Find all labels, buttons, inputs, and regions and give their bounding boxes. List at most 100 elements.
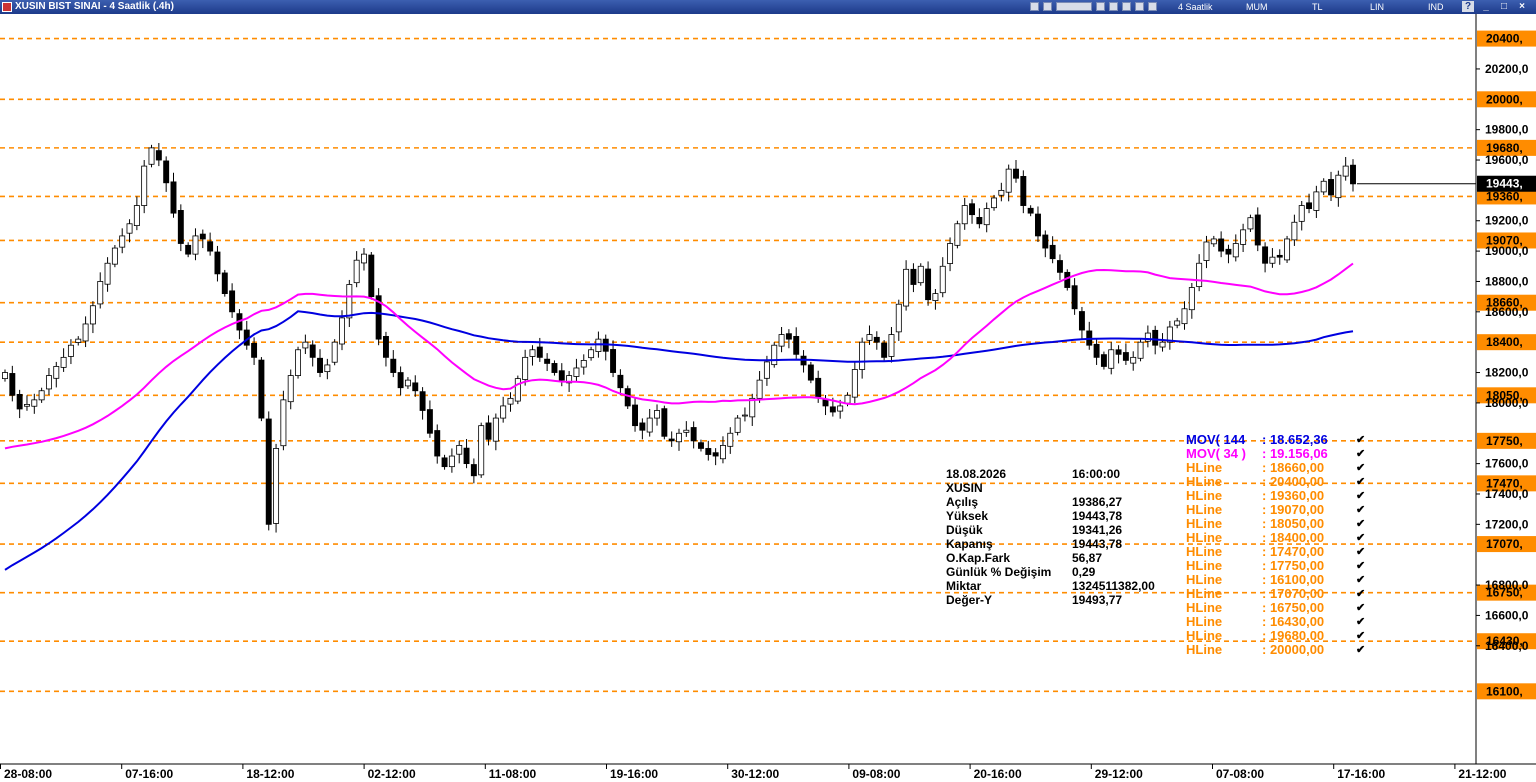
candle-up (148, 147, 155, 165)
candle (917, 263, 924, 286)
candle (317, 349, 323, 378)
menu-indicators[interactable]: IND (1428, 0, 1444, 14)
candle-down (1115, 349, 1122, 355)
y-tick-label: 16800,0 (1485, 578, 1529, 592)
candle-up (529, 349, 536, 357)
help-button[interactable]: ? (1462, 1, 1474, 12)
candle-down (170, 181, 177, 214)
candle-up (756, 379, 763, 399)
candle-down (822, 399, 829, 407)
legend-value: : 16750,00 (1262, 600, 1325, 615)
candle-up (24, 404, 30, 407)
candle-up (295, 349, 302, 376)
candle (1108, 342, 1115, 375)
check-icon[interactable]: ✔ (1356, 587, 1365, 601)
candle (141, 160, 148, 214)
candle-down (976, 217, 983, 225)
candle-down (1035, 213, 1041, 237)
candle (419, 387, 426, 420)
candle (573, 358, 580, 382)
candle-down (1218, 238, 1225, 252)
hline-label: 17070, (1486, 537, 1523, 551)
check-icon[interactable]: ✔ (1356, 489, 1365, 503)
minimize-button[interactable]: _ (1480, 1, 1492, 12)
candle-up (1232, 243, 1239, 258)
check-icon[interactable]: ✔ (1356, 573, 1365, 587)
check-icon[interactable]: ✔ (1356, 559, 1365, 573)
toolbar-icon-save[interactable] (1043, 2, 1052, 11)
candle-up (917, 265, 924, 284)
candle-down (1027, 207, 1034, 214)
candle (1254, 207, 1261, 252)
menu-currency[interactable]: TL (1312, 0, 1323, 14)
toolbar-icon-chart[interactable] (1030, 2, 1039, 11)
x-tick-label: 28-08:00 (4, 767, 52, 781)
candle (851, 361, 858, 404)
toolbar-icon-settings[interactable] (1135, 2, 1144, 11)
candle-up (324, 364, 331, 373)
candle-down (258, 359, 265, 419)
candle (214, 245, 221, 282)
candle (1166, 320, 1173, 350)
check-icon[interactable]: ✔ (1356, 433, 1365, 447)
toolbar-icon-period[interactable] (1056, 2, 1092, 11)
candle (375, 288, 382, 346)
candle (1144, 325, 1151, 348)
info-key: Değer-Y (946, 593, 993, 607)
toolbar-icon-grid[interactable] (1096, 2, 1105, 11)
toolbar-icon-zoom[interactable] (1109, 2, 1118, 11)
check-icon[interactable]: ✔ (1356, 601, 1365, 615)
candle (617, 369, 624, 396)
candle-down (925, 268, 932, 301)
y-tick-label: 20600,0 (1485, 14, 1529, 15)
candle (24, 395, 30, 411)
legend-value: : 17750,00 (1262, 558, 1325, 573)
check-icon[interactable]: ✔ (1356, 615, 1365, 629)
check-icon[interactable]: ✔ (1356, 531, 1365, 545)
candle (199, 229, 206, 249)
x-tick-label: 18-12:00 (246, 767, 294, 781)
menu-scale[interactable]: LIN (1370, 0, 1384, 14)
toolbar-icon-pencil[interactable] (1122, 2, 1131, 11)
check-icon[interactable]: ✔ (1356, 629, 1365, 643)
candle (500, 396, 507, 423)
candle (177, 204, 184, 252)
candle-down (1276, 254, 1283, 258)
menu-chart-type[interactable]: MUM (1246, 0, 1268, 14)
candle (280, 390, 287, 451)
check-icon[interactable]: ✔ (1356, 503, 1365, 517)
candle-up (97, 281, 104, 305)
close-button[interactable]: × (1516, 1, 1528, 12)
candle (1027, 205, 1034, 217)
candle-down (1020, 176, 1027, 206)
candle (661, 405, 668, 440)
check-icon[interactable]: ✔ (1356, 643, 1365, 657)
candle (683, 421, 690, 437)
candle (75, 336, 82, 346)
check-icon[interactable]: ✔ (1356, 475, 1365, 489)
toolbar-icon-arrow[interactable] (1148, 2, 1157, 11)
title-bar: XUSIN BIST SINAI - 4 Saatlik (.4h) 4 Saa… (0, 0, 1536, 14)
candle (1335, 170, 1342, 207)
candle (192, 228, 199, 261)
check-icon[interactable]: ✔ (1356, 447, 1365, 461)
candle (624, 385, 631, 409)
candle-up (859, 341, 866, 370)
candle (441, 454, 448, 470)
check-icon[interactable]: ✔ (1356, 517, 1365, 531)
check-icon[interactable]: ✔ (1356, 461, 1365, 475)
check-icon[interactable]: ✔ (1356, 545, 1365, 559)
price-chart[interactable]: 20400,20000,19680,19360,19070,18660,1840… (0, 14, 1536, 782)
candle-up (500, 405, 507, 419)
candle (426, 400, 433, 438)
candle-up (961, 205, 968, 225)
legend-value: : 18050,00 (1262, 516, 1325, 531)
legend-name: MOV( 144 (1186, 432, 1246, 447)
maximize-button[interactable]: □ (1498, 1, 1510, 12)
y-tick-label: 18600,0 (1485, 305, 1529, 319)
candle-up (82, 323, 89, 342)
menu-period[interactable]: 4 Saatlik (1178, 0, 1213, 14)
candle (126, 219, 133, 243)
candle-up (595, 338, 602, 352)
candle-down (873, 336, 880, 343)
